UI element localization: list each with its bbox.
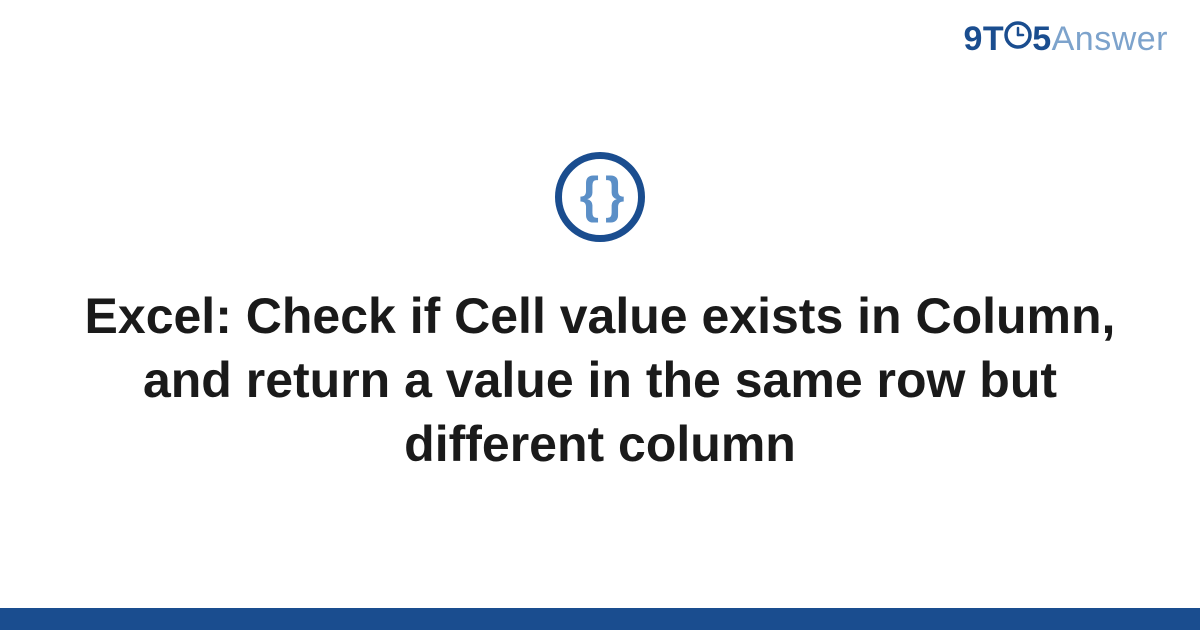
page-title: Excel: Check if Cell value exists in Col… (80, 284, 1120, 476)
topic-icon-circle: { } (555, 152, 645, 242)
footer-bar (0, 608, 1200, 630)
code-braces-icon: { } (580, 170, 621, 220)
main-content: { } Excel: Check if Cell value exists in… (0, 0, 1200, 608)
